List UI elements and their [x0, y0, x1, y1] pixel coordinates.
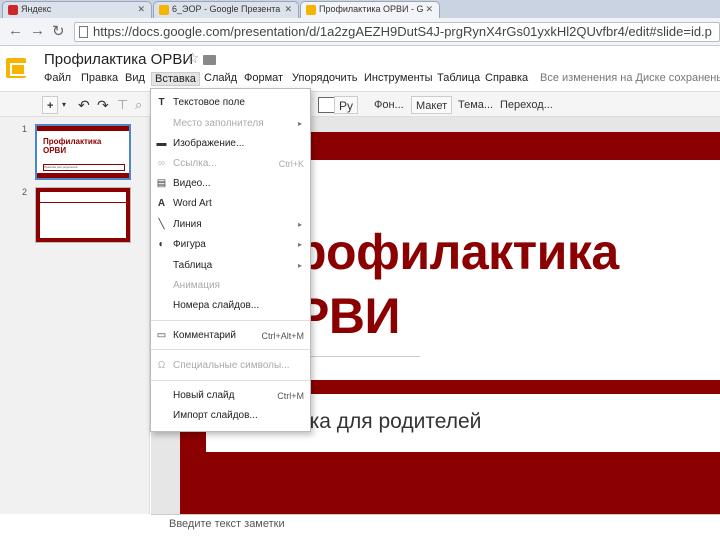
menu-slide[interactable]: Слайд — [204, 72, 237, 84]
thumb-top-band — [37, 126, 129, 131]
back-arrow-icon[interactable]: ← — [8, 22, 23, 39]
menu-separator — [151, 380, 310, 381]
word-art-icon: A — [157, 198, 166, 209]
insert-shape[interactable]: ◐ Фигура ▸ — [151, 236, 310, 254]
forward-arrow-icon[interactable]: → — [30, 22, 45, 39]
close-tab-icon[interactable]: ✕ — [284, 2, 292, 17]
import-slides[interactable]: Импорт слайдов... — [151, 407, 310, 425]
slide-thumbnail-2[interactable] — [35, 187, 131, 243]
browser-tab-active[interactable]: Профилактика ОРВИ - G ✕ — [300, 1, 440, 18]
title-underline — [300, 356, 420, 357]
menu-tools[interactable]: Инструменты — [364, 72, 433, 84]
layout-button[interactable]: Макет — [411, 96, 453, 114]
paint-format-icon[interactable]: ⊤ — [117, 96, 128, 114]
menu-file[interactable]: Файл — [44, 72, 71, 84]
document-title[interactable]: Профилактика ОРВИ — [44, 51, 193, 68]
browser-tab-strip: Яндекс ✕ 6_ЭОР - Google Презента ✕ Профи… — [0, 0, 720, 18]
menu-table[interactable]: Таблица — [437, 72, 480, 84]
insert-text-box[interactable]: T Текстовое поле — [151, 94, 310, 112]
address-text: https://docs.google.com/presentation/d/1… — [93, 24, 712, 39]
slide-subtitle[interactable]: тка для родителей — [300, 410, 481, 434]
menu-format[interactable]: Формат — [244, 72, 283, 84]
menu-view[interactable]: Вид — [125, 72, 145, 84]
save-status[interactable]: Все изменения на Диске сохранены — [540, 72, 720, 84]
slide-thumbnail-1[interactable]: Профилактика ОРВИ Памятка для родителей — [35, 124, 131, 180]
insert-menu-dropdown: T Текстовое поле Место заполнителя ▸ ▬ И… — [150, 88, 311, 432]
star-icon[interactable]: ☆ — [186, 49, 199, 67]
thumb-subtitle: Памятка для родителей — [43, 164, 125, 171]
slide-number-1: 1 — [22, 124, 28, 134]
browser-tab-eor[interactable]: 6_ЭОР - Google Презента ✕ — [153, 1, 299, 18]
line-icon: ╲ — [158, 219, 165, 230]
speaker-notes[interactable]: Введите текст заметки — [151, 514, 720, 540]
thumb-bottom-band — [37, 173, 129, 178]
menu-help[interactable]: Справка — [485, 72, 528, 84]
input-tools-button[interactable]: Ру — [334, 96, 359, 114]
close-tab-icon[interactable]: ✕ — [425, 2, 433, 17]
slides-favicon-icon — [159, 5, 169, 15]
link-icon: ∞ — [157, 158, 166, 169]
insert-video[interactable]: ▤ Видео... — [151, 175, 310, 193]
zoom-icon[interactable]: ⌕ — [135, 96, 142, 114]
submenu-arrow-icon: ▸ — [297, 119, 302, 128]
notes-placeholder: Введите текст заметки — [169, 518, 285, 530]
submenu-arrow-icon: ▸ — [297, 261, 302, 270]
insert-special-characters[interactable]: Ω Специальные символы... — [151, 357, 310, 375]
theme-button[interactable]: Тема... — [458, 96, 493, 114]
submenu-arrow-icon: ▸ — [297, 220, 302, 229]
browser-toolbar: ← → ↻ https://docs.google.com/presentati… — [0, 18, 720, 46]
insert-new-slide[interactable]: Новый слайд Ctrl+M — [151, 387, 310, 405]
menu-separator — [151, 349, 310, 350]
comment-icon: ▭ — [156, 330, 167, 341]
insert-animation[interactable]: Анимация — [151, 277, 310, 295]
new-slide-button[interactable]: + — [42, 96, 59, 114]
menu-insert[interactable]: Вставка — [151, 72, 200, 86]
page-icon — [79, 26, 88, 38]
insert-table[interactable]: Таблица ▸ — [151, 257, 310, 275]
transition-button[interactable]: Переход... — [500, 96, 553, 114]
slides-logo-icon[interactable] — [6, 58, 26, 78]
insert-link[interactable]: ∞ Ссылка... Ctrl+K — [151, 155, 310, 173]
submenu-arrow-icon: ▸ — [297, 240, 302, 249]
redo-button[interactable]: ↷ — [97, 96, 109, 114]
browser-tab-yandex[interactable]: Яндекс ✕ — [2, 1, 152, 18]
address-bar[interactable]: https://docs.google.com/presentation/d/1… — [74, 22, 720, 42]
omega-icon: Ω — [157, 360, 166, 371]
folder-icon[interactable] — [203, 55, 216, 65]
thumb-divider — [40, 202, 126, 203]
menu-arrange[interactable]: Упорядочить — [292, 72, 357, 84]
shape-icon: ◐ — [158, 239, 165, 250]
menu-separator — [151, 320, 310, 321]
slides-favicon-icon — [306, 5, 316, 15]
slide-title[interactable]: рофилактика РВИ — [296, 220, 619, 348]
video-icon: ▤ — [156, 178, 167, 189]
insert-line[interactable]: ╲ Линия ▸ — [151, 216, 310, 234]
background-button[interactable]: Фон... — [374, 96, 404, 114]
thumb-title: Профилактика ОРВИ — [43, 137, 102, 155]
close-tab-icon[interactable]: ✕ — [137, 2, 145, 17]
thumb-content — [40, 192, 126, 238]
reload-icon[interactable]: ↻ — [52, 22, 65, 40]
insert-placeholder[interactable]: Место заполнителя ▸ — [151, 115, 310, 133]
new-slide-dropdown-icon[interactable]: ▾ — [62, 96, 66, 114]
editor-toolbar: + ▾ ↶ ↷ ⊤ ⌕ Ру Фон... Макет Тема... Пере… — [0, 91, 720, 117]
text-box-icon: T — [158, 97, 165, 108]
insert-comment[interactable]: ▭ Комментарий Ctrl+Alt+M — [151, 327, 310, 345]
yandex-favicon-icon — [8, 5, 18, 15]
undo-button[interactable]: ↶ — [78, 96, 90, 114]
slide-number-2: 2 — [22, 187, 28, 197]
insert-word-art[interactable]: A Word Art — [151, 195, 310, 213]
image-icon: ▬ — [156, 138, 167, 149]
menu-edit[interactable]: Правка — [81, 72, 118, 84]
insert-image[interactable]: ▬ Изображение... — [151, 135, 310, 153]
insert-slide-numbers[interactable]: Номера слайдов... — [151, 297, 310, 315]
